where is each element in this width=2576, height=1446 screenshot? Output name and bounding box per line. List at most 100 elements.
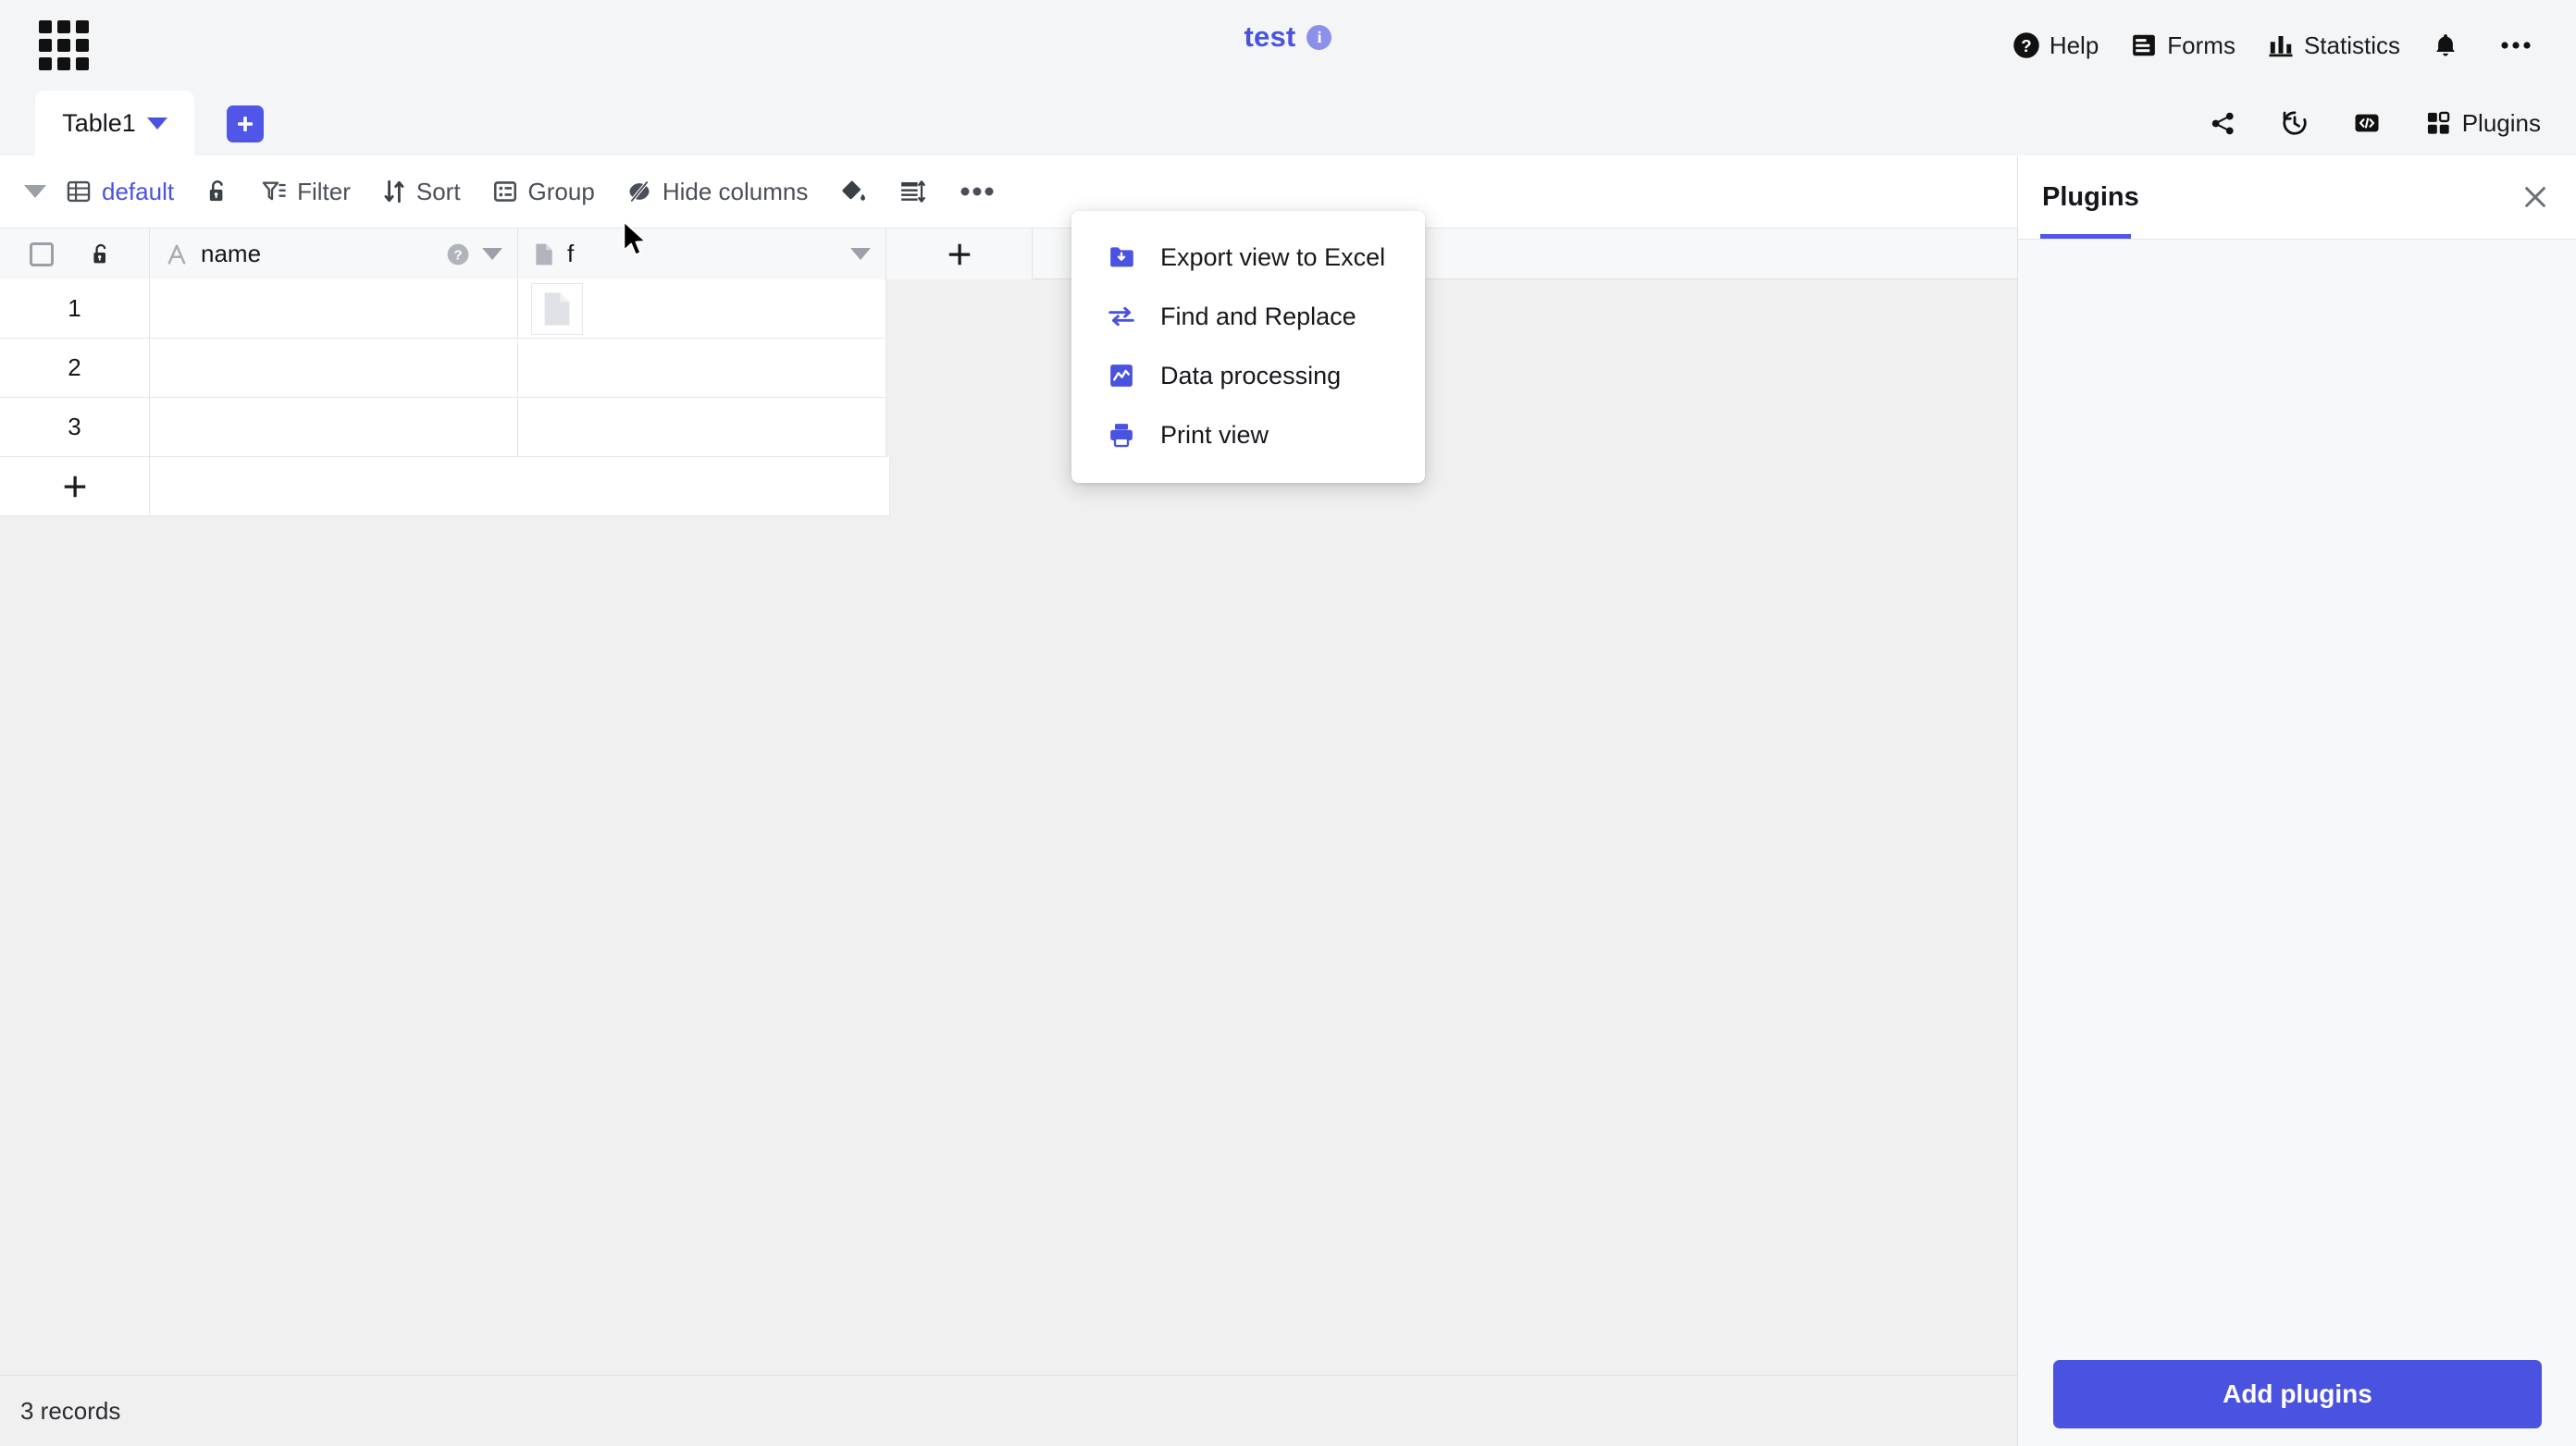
- text-A-icon: [165, 242, 189, 266]
- apps-grid-icon[interactable]: [39, 20, 89, 70]
- column-menu-caret-icon[interactable]: [482, 248, 502, 260]
- plugins-grid-icon: [2425, 110, 2451, 136]
- question-circle-icon[interactable]: ?: [446, 242, 470, 266]
- menu-item-label: Find and Replace: [1160, 302, 1356, 330]
- filter-button[interactable]: Filter: [245, 165, 366, 218]
- add-column-button[interactable]: [886, 229, 1033, 279]
- share-button[interactable]: [2210, 110, 2248, 137]
- menu-item-export-view-to-excel[interactable]: Export view to Excel: [1071, 228, 1425, 287]
- grid-cell-name[interactable]: [150, 279, 518, 339]
- close-icon[interactable]: [2516, 178, 2555, 216]
- file-attachment-icon[interactable]: [531, 282, 583, 335]
- unlock-icon: [205, 179, 229, 204]
- grid-body: 1 2 3: [0, 279, 2017, 516]
- group-label: Group: [527, 177, 595, 205]
- top-actions: ? Help Forms Statistics: [2012, 0, 2541, 91]
- row-height-button[interactable]: [883, 165, 942, 218]
- forms-label: Forms: [2167, 31, 2235, 59]
- menu-item-find-and-replace[interactable]: Find and Replace: [1071, 287, 1425, 346]
- plus-icon: [946, 241, 973, 268]
- tab-bar-actions: Plugins: [2210, 91, 2541, 155]
- table-row[interactable]: 3: [0, 398, 2017, 457]
- view-toolbar: default Filter Sort Group Hide columns: [0, 155, 2017, 228]
- forms-button[interactable]: Forms: [2130, 31, 2235, 60]
- notifications-button[interactable]: [2432, 31, 2469, 59]
- top-bar: test i ? Help Forms Statistics: [0, 0, 2576, 91]
- color-button[interactable]: [824, 165, 883, 218]
- history-button[interactable]: [2281, 109, 2320, 137]
- add-record-button[interactable]: [0, 457, 150, 515]
- grid-header-row: name ? f: [0, 228, 2017, 279]
- plugins-button[interactable]: Plugins: [2425, 109, 2541, 138]
- page-title[interactable]: test: [1245, 20, 1296, 54]
- grid-cell-name[interactable]: [150, 398, 518, 457]
- bar-chart-icon: [2267, 31, 2295, 59]
- grid-column-name-label: f: [567, 240, 575, 267]
- code-button[interactable]: [2353, 109, 2392, 137]
- menu-item-label: Print view: [1160, 420, 1269, 449]
- paint-bucket-icon: [839, 178, 867, 205]
- table-row[interactable]: 1: [0, 279, 2017, 339]
- add-plugins-button[interactable]: Add plugins: [2053, 1359, 2542, 1428]
- checkbox-icon[interactable]: [30, 241, 54, 266]
- tab-table1[interactable]: Table1: [35, 91, 194, 155]
- plugins-panel-header: Plugins: [2018, 155, 2576, 239]
- column-menu-caret-icon[interactable]: [850, 248, 871, 260]
- menu-item-label: Data processing: [1160, 361, 1342, 389]
- menu-item-data-processing[interactable]: Data processing: [1071, 346, 1425, 405]
- plus-icon: [234, 113, 256, 135]
- history-clock-icon: [2281, 109, 2309, 137]
- chevron-down-icon[interactable]: [146, 117, 167, 130]
- row-number: 1: [0, 279, 150, 339]
- statistics-button[interactable]: Statistics: [2267, 31, 2400, 60]
- grid-select-all-cell[interactable]: [0, 229, 150, 279]
- svg-text:?: ?: [453, 247, 462, 263]
- plugins-panel-body: [2018, 240, 2576, 1341]
- application-window: test i ? Help Forms Statistics Table1 Pl…: [0, 0, 2576, 1446]
- svg-text:?: ?: [2021, 36, 2031, 56]
- grid-cell-name[interactable]: [150, 339, 518, 398]
- more-horizontal-icon: [2500, 39, 2532, 52]
- sort-label: Sort: [415, 177, 461, 205]
- lock-view-button[interactable]: [190, 165, 245, 218]
- export-folder-icon: [1107, 242, 1136, 272]
- main-content: default Filter Sort Group Hide columns n…: [0, 155, 2017, 1446]
- grid-cell-f[interactable]: [518, 279, 886, 339]
- grid-column-header-f[interactable]: f: [518, 229, 886, 279]
- grid-column-header-name[interactable]: name ?: [150, 229, 518, 279]
- share-icon: [2210, 110, 2236, 137]
- data-processing-icon: [1107, 361, 1136, 390]
- status-bar: 3 records: [0, 1375, 2017, 1446]
- toolbar-more-button[interactable]: [942, 165, 1012, 218]
- current-view-button[interactable]: default: [50, 165, 190, 218]
- grid-cell-f[interactable]: [518, 398, 886, 457]
- grid-cell-f[interactable]: [518, 339, 886, 398]
- plugins-panel-footer: Add plugins: [2018, 1341, 2576, 1446]
- tab-bar: Table1 Plugins: [0, 91, 2576, 155]
- add-record-row[interactable]: [0, 457, 890, 516]
- more-options-button[interactable]: [2500, 39, 2541, 52]
- collapse-views-caret-icon[interactable]: [24, 185, 46, 198]
- hide-columns-button[interactable]: Hide columns: [611, 165, 824, 218]
- group-button[interactable]: Group: [477, 165, 611, 218]
- add-table-button[interactable]: [227, 105, 264, 142]
- help-circle-icon: ?: [2012, 31, 2040, 59]
- info-circle-icon[interactable]: i: [1307, 24, 1332, 50]
- filter-label: Filter: [297, 177, 351, 205]
- sort-button[interactable]: Sort: [366, 165, 477, 218]
- form-list-icon: [2130, 31, 2158, 59]
- bell-icon: [2432, 31, 2459, 59]
- more-horizontal-icon: [960, 186, 994, 197]
- table-view-icon: [66, 179, 92, 204]
- table-row[interactable]: 2: [0, 339, 2017, 398]
- plugins-label: Plugins: [2461, 108, 2541, 137]
- data-grid: name ? f 1 2 3: [0, 228, 2017, 1375]
- unlock-icon[interactable]: [91, 242, 111, 266]
- row-number: 2: [0, 339, 150, 398]
- find-replace-icon: [1107, 302, 1136, 331]
- row-height-icon: [898, 178, 926, 205]
- help-button[interactable]: ? Help: [2012, 31, 2099, 60]
- plugins-panel-title: Plugins: [2042, 181, 2139, 212]
- menu-item-print-view[interactable]: Print view: [1071, 405, 1425, 464]
- record-count-label: 3 records: [20, 1396, 121, 1425]
